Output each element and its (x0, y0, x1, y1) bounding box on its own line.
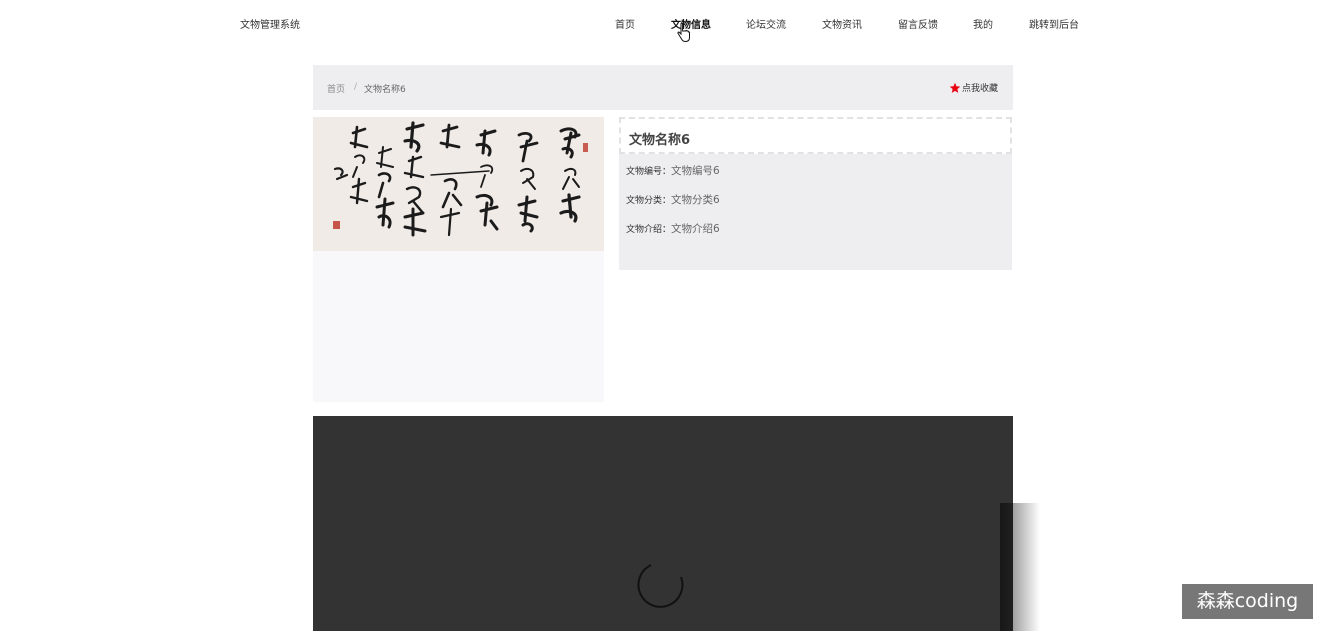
field-label: 文物分类： (626, 196, 672, 206)
overlay-shadow (1000, 503, 1040, 631)
field-value: 文物介绍6 (671, 223, 720, 235)
loading-spinner-icon (637, 564, 684, 608)
field-label: 文物介绍： (626, 225, 672, 235)
field-relic-number: 文物编号：文物编号6 (626, 163, 720, 178)
star-icon (949, 82, 961, 93)
calligraphy-image (313, 117, 604, 251)
nav-item-admin[interactable]: 跳转到后台 (1029, 16, 1079, 31)
nav-item-feedback[interactable]: 留言反馈 (898, 16, 938, 31)
watermark: 森森coding (1182, 584, 1313, 619)
relic-info-panel: 文物名称6 文物编号：文物编号6 文物分类：文物分类6 文物介绍：文物介绍6 (619, 117, 1012, 270)
relic-image-panel (313, 117, 604, 402)
favorite-label: 点我收藏 (961, 84, 998, 94)
nav-item-home[interactable]: 首页 (615, 16, 635, 31)
nav-item-mine[interactable]: 我的 (973, 16, 993, 31)
field-label: 文物编号： (626, 167, 672, 177)
field-relic-category: 文物分类：文物分类6 (626, 192, 720, 207)
field-relic-intro: 文物介绍：文物介绍6 (626, 221, 720, 236)
breadcrumb-home[interactable]: 首页 (327, 82, 345, 95)
relic-title: 文物名称6 (629, 133, 691, 148)
favorite-button[interactable]: 点我收藏 (949, 81, 998, 94)
field-value: 文物分类6 (671, 194, 720, 206)
breadcrumb-current: 文物名称6 (364, 85, 406, 95)
relic-title-box: 文物名称6 (619, 117, 1012, 154)
hand-cursor-icon (677, 23, 690, 43)
site-brand[interactable]: 文物管理系统 (240, 16, 300, 31)
nav-item-news[interactable]: 文物资讯 (822, 16, 862, 31)
breadcrumb: 首页 / 文物名称6 点我收藏 (313, 65, 1013, 110)
top-navbar: 文物管理系统 首页 文物信息 论坛交流 文物资讯 留言反馈 我的 跳转到后台 (0, 0, 1323, 46)
field-value: 文物编号6 (671, 165, 720, 177)
video-player[interactable] (313, 416, 1013, 631)
breadcrumb-separator: / (354, 82, 358, 92)
nav-item-forum[interactable]: 论坛交流 (746, 16, 786, 31)
